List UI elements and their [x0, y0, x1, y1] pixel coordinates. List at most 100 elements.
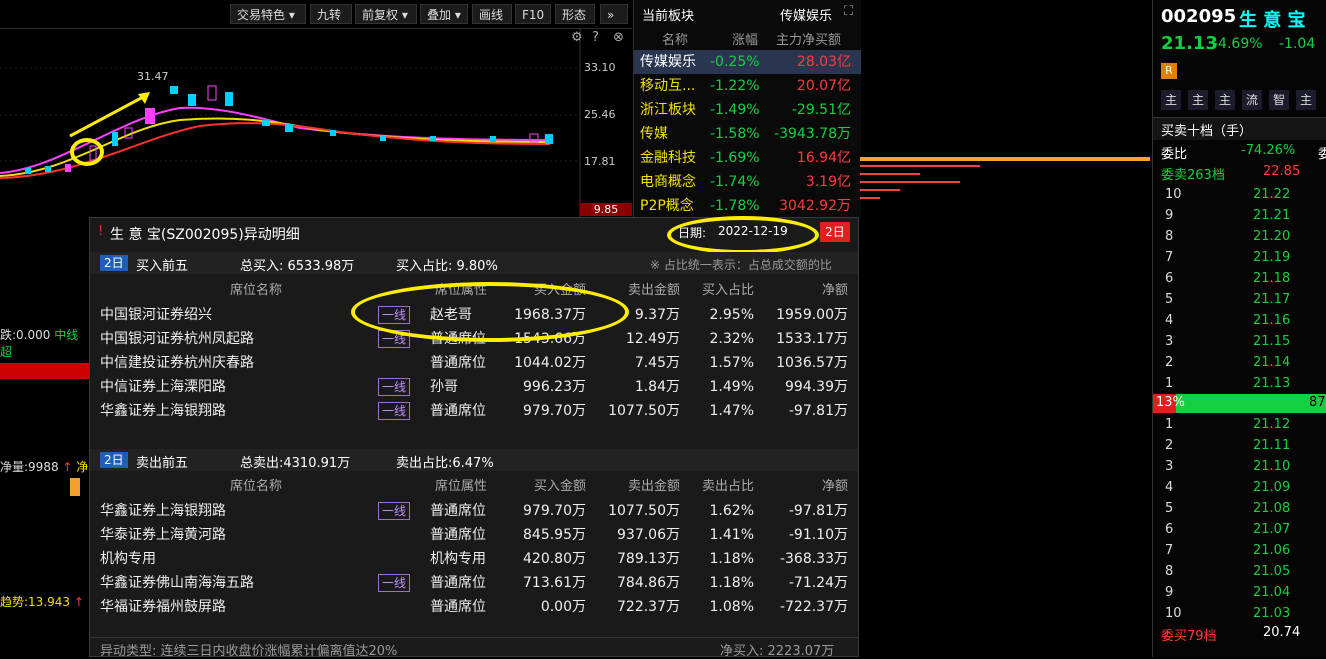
first-tier-tag[interactable]: 一线 — [378, 502, 411, 520]
sell-amount: 789.13万 — [617, 551, 680, 567]
ask-level-row[interactable]: 1 21.13 — [1153, 373, 1326, 394]
ratio-note: ※ 占比统一表示：占总成交额的比 — [650, 258, 832, 272]
ask-level-row[interactable]: 8 21.20 — [1153, 226, 1326, 247]
nine-turn-button[interactable]: 九转 — [310, 4, 352, 24]
ask-level-row[interactable]: 6 21.18 — [1153, 268, 1326, 289]
candle — [45, 166, 51, 172]
draw-line-button[interactable]: 画线 — [472, 4, 512, 24]
sector-change: -1.49% — [710, 102, 760, 118]
seat-row[interactable]: 机构专用 机构专用 420.80万 789.13万 1.18% -368.33万 — [90, 547, 858, 571]
ask-level: 2 — [1165, 355, 1174, 370]
overlay-dropdown[interactable]: 叠加 ▾ — [420, 4, 468, 24]
bid-level-row[interactable]: 1 21.12 — [1153, 414, 1326, 435]
two-day-button[interactable]: 2日 — [820, 222, 850, 242]
bid-price: 21.12 — [1253, 417, 1291, 432]
depth-bar — [860, 181, 960, 183]
seat-name: 中国银河证券绍兴 — [100, 307, 212, 323]
ask-level: 4 — [1165, 313, 1174, 328]
quote-tab[interactable]: 主 — [1188, 90, 1208, 110]
f10-button[interactable]: F10 — [515, 4, 551, 24]
bid-level-row[interactable]: 9 21.04 — [1153, 582, 1326, 603]
quote-tab[interactable]: 流 — [1242, 90, 1262, 110]
first-tier-tag[interactable]: 一线 — [378, 378, 411, 396]
seat-row[interactable]: 华鑫证券佛山南海海五路 一线 普通席位 713.61万 784.86万 1.18% -71.… — [90, 571, 858, 595]
sell-day-badge: 2日 — [100, 452, 128, 468]
net-amount: -722.37万 — [779, 599, 848, 615]
first-tier-tag[interactable]: 一线 — [378, 306, 411, 324]
seat-name: 华福证券福州鼓屏路 — [100, 599, 226, 615]
seat-row[interactable]: 中国银河证券杭州凤起路 一线 普通席位 1543.66万 12.49万 2.32% 1533… — [90, 327, 858, 351]
ask-level: 9 — [1165, 208, 1174, 223]
bid-level-row[interactable]: 2 21.11 — [1153, 435, 1326, 456]
r-badge: R — [1161, 63, 1177, 79]
candle — [112, 132, 118, 146]
quote-tab[interactable]: 智 — [1269, 90, 1289, 110]
seat-row[interactable]: 华鑫证券上海银翔路 一线 普通席位 979.70万 1077.50万 1.47% -97.8… — [90, 399, 858, 423]
ask-level-row[interactable]: 5 21.17 — [1153, 289, 1326, 310]
first-tier-tag[interactable]: 一线 — [378, 330, 411, 348]
sector-row[interactable]: 传媒娱乐 -0.25% 28.03亿 — [634, 50, 861, 74]
depth-bar — [860, 165, 980, 167]
bid-level-row[interactable]: 4 21.09 — [1153, 477, 1326, 498]
col-header-net: 主力净买额 — [776, 33, 842, 48]
seat-row[interactable]: 华鑫证券上海银翔路 一线 普通席位 979.70万 1077.50万 1.62% -97.8… — [90, 499, 858, 523]
sector-row[interactable]: 浙江板块 -1.49% -29.51亿 — [634, 98, 861, 122]
bid-level-row[interactable]: 5 21.08 — [1153, 498, 1326, 519]
quote-tab[interactable]: 主 — [1296, 90, 1316, 110]
sector-row[interactable]: P2P概念 -1.78% 3042.92万 — [634, 194, 861, 218]
quote-tab[interactable]: 主 — [1161, 90, 1181, 110]
seat-row[interactable]: 中国银河证券绍兴 一线 赵老哥 1968.37万 9.37万 2.95% 1959.00万 — [90, 303, 858, 327]
ask-level: 6 — [1165, 271, 1174, 286]
kline-chart[interactable]: 31.47 33.10 25.46 17.81 9.85 ⚙ ? ⊗ — [0, 28, 632, 218]
gear-icon[interactable]: ⚙ — [571, 30, 583, 45]
sector-change: -1.78% — [710, 198, 760, 214]
ask-level-row[interactable]: 4 21.16 — [1153, 310, 1326, 331]
ask-level-row[interactable]: 3 21.15 — [1153, 331, 1326, 352]
close-icon[interactable]: ⊗ — [613, 30, 624, 45]
candle — [285, 124, 293, 132]
sector-row[interactable]: 传媒 -1.58% -3943.78万 — [634, 122, 861, 146]
adjust-dropdown[interactable]: 前复权 ▾ — [355, 4, 417, 24]
seat-attribute: 孙哥 — [430, 379, 458, 395]
seat-row[interactable]: 华福证券福州鼓屏路 普通席位 0.00万 722.37万 1.08% -722.37万 — [90, 595, 858, 619]
buy-section-header: 2日 买入前五 总买入: 6533.98万 买入占比: 9.80% ※ 占比统一… — [90, 252, 858, 274]
sector-row[interactable]: 移动互... -1.22% 20.07亿 — [634, 74, 861, 98]
help-icon[interactable]: ? — [592, 30, 599, 45]
sell-queue-label: 委卖263档 — [1161, 168, 1225, 183]
bid-level-row[interactable]: 10 21.03 — [1153, 603, 1326, 624]
ask-level-row[interactable]: 2 21.14 — [1153, 352, 1326, 373]
more-button[interactable]: » — [600, 4, 628, 24]
sector-net: 20.07亿 — [796, 78, 851, 94]
date-picker[interactable]: 2022-12-19 — [718, 224, 788, 238]
seat-row[interactable]: 中信证券上海溧阳路 一线 孙哥 996.23万 1.84万 1.49% 994.39万 — [90, 375, 858, 399]
net-amount: -91.10万 — [788, 527, 848, 543]
indicator-label: 净量:9988 ↑ 净 — [0, 460, 89, 474]
weicha-label: 委 — [1318, 147, 1326, 162]
price-tick: 17.81 — [584, 155, 616, 168]
table-header-row: 席位名称 席位属性 买入金额 卖出金额 卖出占比 净额 — [90, 475, 858, 499]
bid-level-row[interactable]: 3 21.10 — [1153, 456, 1326, 477]
ask-level-row[interactable]: 7 21.19 — [1153, 247, 1326, 268]
price-tick: 33.10 — [584, 61, 616, 74]
pattern-button[interactable]: 形态 — [555, 4, 595, 24]
sell-amount: 937.06万 — [617, 527, 680, 543]
ratio-value: 1.18% — [709, 551, 754, 567]
ask-level-row[interactable]: 9 21.21 — [1153, 205, 1326, 226]
bid-level: 4 — [1165, 480, 1174, 495]
quote-tab[interactable]: 主 — [1215, 90, 1235, 110]
seat-row[interactable]: 中信建投证券杭州庆春路 普通席位 1044.02万 7.45万 1.57% 1036.57… — [90, 351, 858, 375]
expand-icon[interactable]: ⛶ — [844, 4, 853, 19]
bid-level-row[interactable]: 7 21.06 — [1153, 540, 1326, 561]
first-tier-tag[interactable]: 一线 — [378, 574, 411, 592]
trade-feature-dropdown[interactable]: 交易特色 ▾ — [230, 4, 306, 24]
ask-level-row[interactable]: 10 21.22 — [1153, 184, 1326, 205]
seat-row[interactable]: 华泰证券上海黄河路 普通席位 845.95万 937.06万 1.41% -91.10万 — [90, 523, 858, 547]
sector-row[interactable]: 金融科技 -1.69% 16.94亿 — [634, 146, 861, 170]
bid-price: 21.11 — [1253, 438, 1291, 453]
seat-attribute: 机构专用 — [430, 551, 486, 567]
bid-level-row[interactable]: 8 21.05 — [1153, 561, 1326, 582]
bid-level-row[interactable]: 6 21.07 — [1153, 519, 1326, 540]
first-tier-tag[interactable]: 一线 — [378, 402, 411, 420]
indicator-label: 跌:0.000 中线超 — [0, 328, 79, 359]
sector-row[interactable]: 电商概念 -1.74% 3.19亿 — [634, 170, 861, 194]
